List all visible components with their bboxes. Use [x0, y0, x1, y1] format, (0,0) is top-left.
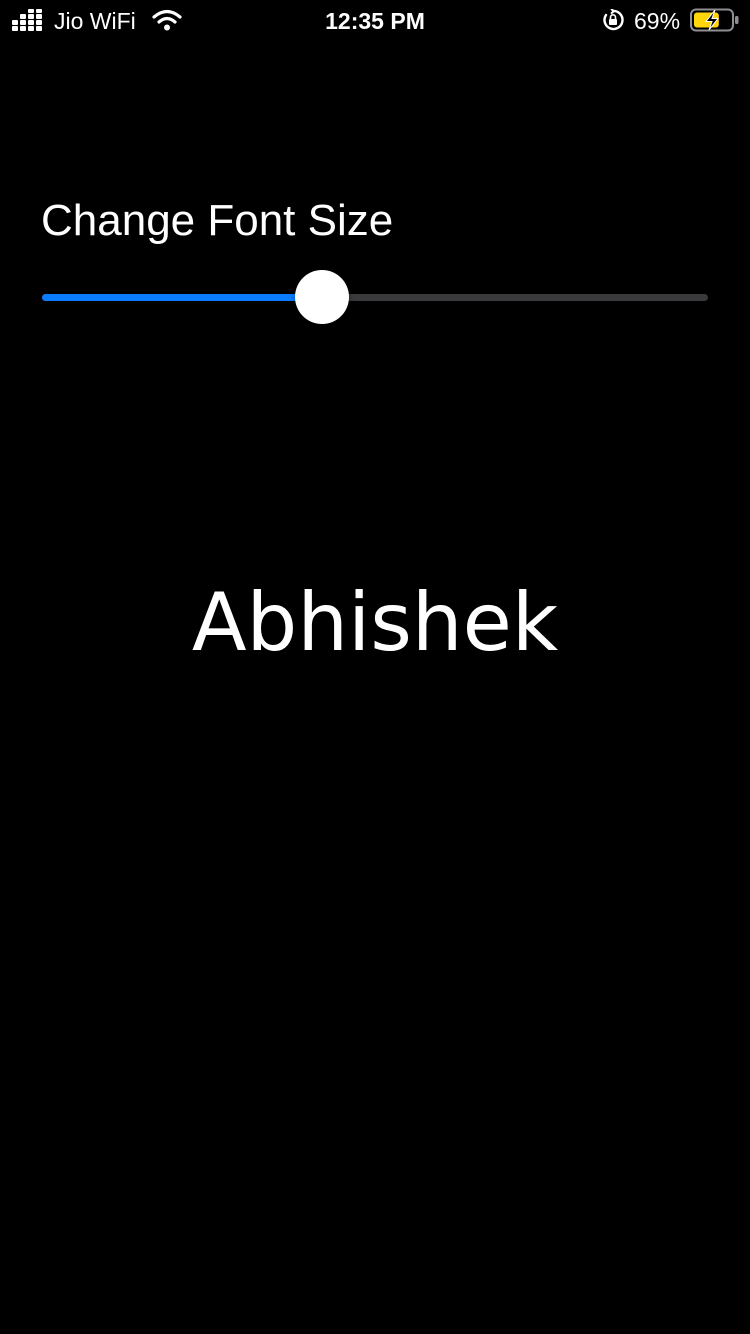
battery-charging-icon — [690, 8, 739, 32]
battery-percent: 69% — [634, 8, 681, 34]
preview-text: Abhishek — [191, 576, 559, 669]
font-size-slider[interactable] — [42, 270, 708, 326]
slider-fill — [42, 294, 322, 301]
status-bar: Jio WiFi 12:35 PM 69% — [0, 0, 750, 40]
slider-thumb[interactable] — [294, 270, 349, 324]
rotation-lock-icon — [603, 9, 624, 31]
change-font-size-title: Change Font Size — [41, 196, 394, 245]
